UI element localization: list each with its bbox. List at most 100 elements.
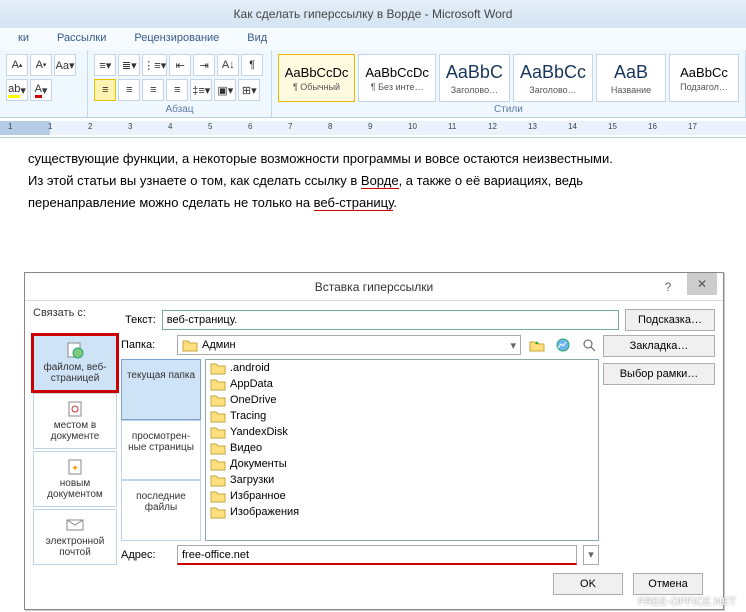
multilevel-button[interactable]: ⋮≡▾	[142, 54, 167, 76]
indent-inc-button[interactable]: ⇥	[193, 54, 215, 76]
bullets-button[interactable]: ≡▾	[94, 54, 116, 76]
doc-line-2: Из этой статьи вы узнаете о том, как сде…	[28, 170, 718, 192]
document-body[interactable]: существующие функции, а некоторые возмож…	[0, 138, 746, 224]
ruler-tick: 5	[208, 122, 212, 131]
align-left-button[interactable]: ≡	[94, 79, 116, 101]
ruler-tick: 3	[128, 122, 132, 131]
doc-line-1: существующие функции, а некоторые возмож…	[28, 148, 718, 170]
link-to-file-web[interactable]: файлом, веб-страницей	[33, 335, 117, 391]
folder-icon	[210, 377, 226, 391]
style-1[interactable]: AaBbCcDc¶ Без инте…	[358, 54, 436, 102]
link-to-email[interactable]: электронной почтой	[33, 509, 117, 565]
current-folder-tab[interactable]: текущая папка	[121, 359, 201, 420]
tooltip-button[interactable]: Подсказка…	[625, 309, 715, 331]
text-label: Текст:	[125, 314, 156, 326]
file-item[interactable]: .android	[206, 360, 598, 376]
file-item[interactable]: Изображения	[206, 504, 598, 520]
bookmark-button[interactable]: Закладка…	[603, 335, 715, 357]
file-item[interactable]: Видео	[206, 440, 598, 456]
style-3[interactable]: AaBbCcЗаголово…	[513, 54, 593, 102]
show-marks-button[interactable]: ¶	[241, 54, 263, 76]
ruler-tick: 14	[568, 122, 577, 131]
justify-button[interactable]: ≡	[166, 79, 188, 101]
ruler-tick: 7	[288, 122, 292, 131]
tab-partial[interactable]: ки	[4, 28, 43, 50]
style-0[interactable]: AaBbCcDc¶ Обычный	[278, 54, 356, 102]
tab-view[interactable]: Вид	[233, 28, 281, 50]
file-item[interactable]: Документы	[206, 456, 598, 472]
folder-icon	[210, 457, 226, 471]
address-input[interactable]	[177, 545, 577, 565]
doc-line-3: перенаправление можно сделать не только …	[28, 192, 718, 214]
styles-label: Стили	[278, 102, 739, 115]
indent-dec-button[interactable]: ⇤	[169, 54, 191, 76]
ruler-tick: 10	[408, 122, 417, 131]
globe-page-icon	[65, 342, 85, 360]
font-group: A▴ A▾ Aa▾ ab▾ A▾	[0, 50, 88, 117]
align-right-button[interactable]: ≡	[142, 79, 164, 101]
up-folder-button[interactable]	[527, 335, 547, 355]
style-5[interactable]: AaBbCcПодзагол…	[669, 54, 739, 102]
font-color-button[interactable]: A▾	[30, 79, 52, 101]
ruler-tick: 1	[48, 122, 52, 131]
file-item[interactable]: YandexDisk	[206, 424, 598, 440]
ruler-tick: 16	[648, 122, 657, 131]
close-button[interactable]: ✕	[687, 273, 717, 295]
ruler-tick: 2	[88, 122, 92, 131]
highlight-button[interactable]: ab▾	[6, 79, 28, 101]
help-button[interactable]: ?	[653, 276, 683, 298]
change-case-button[interactable]: Aa▾	[54, 54, 76, 76]
dialog-title-bar[interactable]: Вставка гиперссылки ? ✕	[25, 273, 723, 301]
ruler[interactable]: 11234567891011121314151617	[0, 118, 746, 138]
file-item[interactable]: OneDrive	[206, 392, 598, 408]
borders-button[interactable]: ⊞▾	[238, 79, 260, 101]
cancel-button[interactable]: Отмена	[633, 573, 703, 595]
align-center-button[interactable]: ≡	[118, 79, 140, 101]
display-text-input[interactable]	[162, 310, 619, 330]
file-list[interactable]: .androidAppDataOneDriveTracingYandexDisk…	[205, 359, 599, 541]
file-item[interactable]: AppData	[206, 376, 598, 392]
link-to-new-doc[interactable]: ✦ новым документом	[33, 451, 117, 507]
insert-hyperlink-dialog: Вставка гиперссылки ? ✕ Связать с: Текст…	[24, 272, 724, 610]
tab-review[interactable]: Рецензирование	[120, 28, 233, 50]
ribbon: A▴ A▾ Aa▾ ab▾ A▾ ≡▾ ≣▾ ⋮≡▾ ⇤ ⇥	[0, 50, 746, 118]
file-item[interactable]: Загрузки	[206, 472, 598, 488]
link-to-label: Связать с:	[33, 305, 117, 335]
envelope-icon	[65, 516, 85, 534]
ruler-tick: 6	[248, 122, 252, 131]
ruler-tick: 9	[368, 122, 372, 131]
grow-font-button[interactable]: A▴	[6, 54, 28, 76]
sort-button[interactable]: A↓	[217, 54, 239, 76]
browse-web-button[interactable]	[553, 335, 573, 355]
recent-files-tab[interactable]: последние файлы	[121, 480, 201, 541]
folder-icon	[210, 505, 226, 519]
ruler-tick: 11	[448, 122, 456, 131]
tab-mailings[interactable]: Рассылки	[43, 28, 120, 50]
browsed-pages-tab[interactable]: просмотрен-ные страницы	[121, 420, 201, 481]
folder-icon	[210, 489, 226, 503]
target-frame-button[interactable]: Выбор рамки…	[603, 363, 715, 385]
numbering-button[interactable]: ≣▾	[118, 54, 140, 76]
file-item[interactable]: Избранное	[206, 488, 598, 504]
dialog-title: Вставка гиперссылки	[315, 280, 433, 294]
folder-icon	[210, 473, 226, 487]
ruler-tick: 4	[168, 122, 172, 131]
browse-tabs: текущая папка просмотрен-ные страницы по…	[121, 359, 201, 541]
folder-icon	[210, 393, 226, 407]
address-dropdown[interactable]: ▾	[583, 545, 599, 565]
address-label: Адрес:	[121, 549, 171, 561]
shrink-font-button[interactable]: A▾	[30, 54, 52, 76]
folder-icon	[210, 425, 226, 439]
folder-select[interactable]: Админ ▾	[177, 335, 521, 355]
search-icon[interactable]	[579, 335, 599, 355]
link-to-place[interactable]: местом в документе	[33, 393, 117, 449]
ok-button[interactable]: OK	[553, 573, 623, 595]
ruler-tick: 13	[528, 122, 537, 131]
style-2[interactable]: AaBbCЗаголово…	[439, 54, 510, 102]
ruler-tick: 1	[8, 122, 12, 131]
file-item[interactable]: Tracing	[206, 408, 598, 424]
styles-group: AaBbCcDc¶ ОбычныйAaBbCcDc¶ Без инте…AaBb…	[272, 50, 746, 117]
line-spacing-button[interactable]: ‡≡▾	[190, 79, 212, 101]
style-4[interactable]: AaBНазвание	[596, 54, 666, 102]
shading-button[interactable]: ▣▾	[214, 79, 236, 101]
